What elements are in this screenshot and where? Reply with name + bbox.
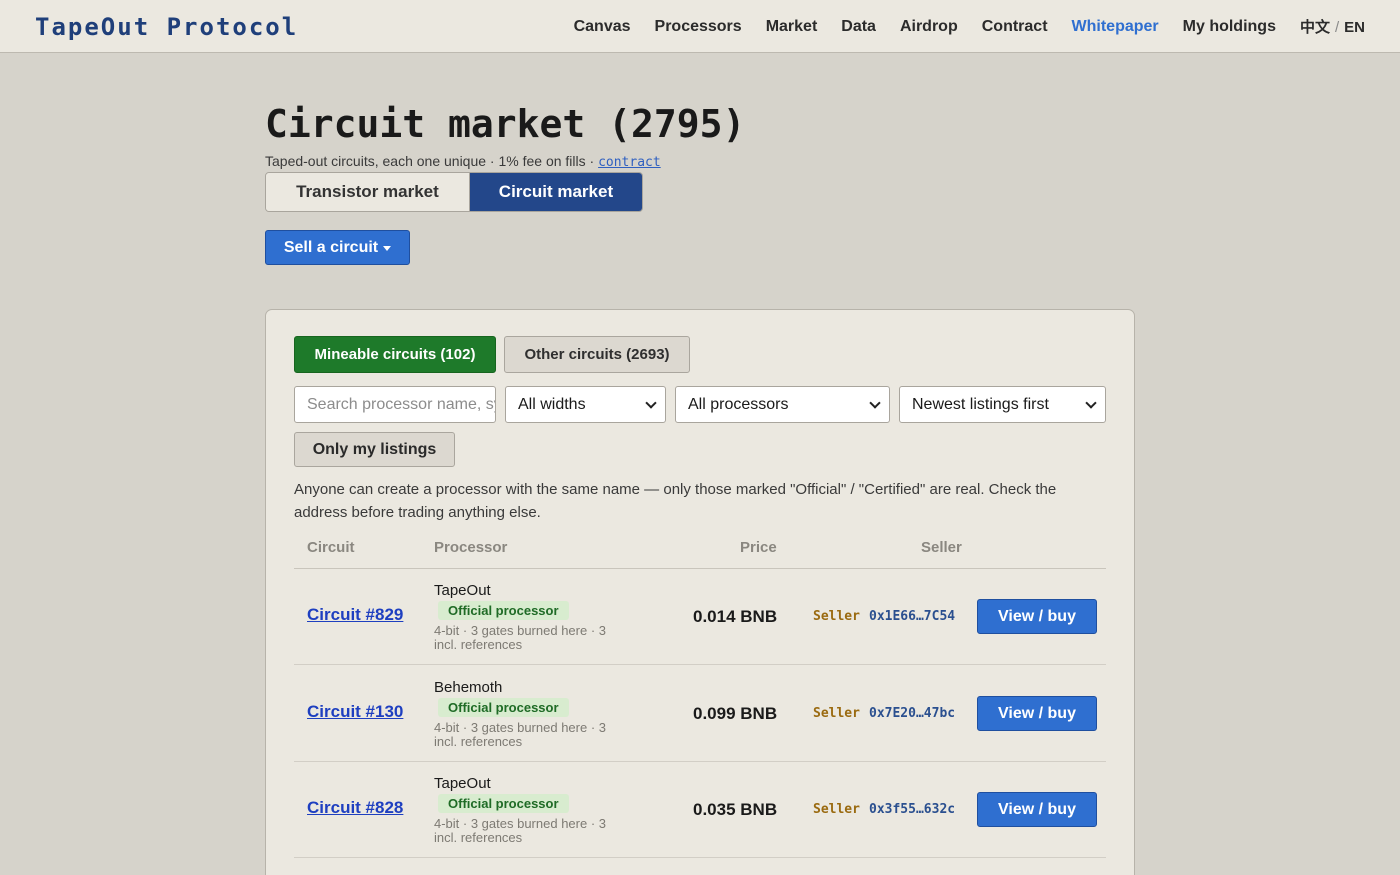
view-buy-button[interactable]: View / buy (977, 599, 1097, 634)
sort-select-value: Newest listings first (912, 395, 1049, 413)
circuit-market-tab[interactable]: Circuit market (469, 173, 642, 211)
table-row: Circuit #829 TapeOut Official processor … (294, 569, 1106, 665)
processor-select-value: All processors (688, 395, 789, 413)
official-badge: Official processor (438, 794, 569, 813)
main-nav: Canvas Processors Market Data Airdrop Co… (550, 0, 1365, 53)
circuit-link[interactable]: Circuit #829 (307, 605, 403, 625)
seller-label: Seller (813, 706, 860, 721)
view-buy-button[interactable]: View / buy (977, 792, 1097, 827)
seller-label: Seller (813, 802, 860, 817)
nav-whitepaper[interactable]: Whitepaper (1072, 18, 1159, 36)
market-switcher: Transistor market Circuit market (265, 172, 643, 212)
seller-address[interactable]: 0x1E66…7C54 (869, 609, 955, 624)
transistor-market-tab[interactable]: Transistor market (266, 173, 470, 211)
chevron-down-icon (1085, 396, 1097, 409)
width-select-value: All widths (518, 395, 586, 413)
processor-name: TapeOut (434, 582, 491, 599)
sort-select[interactable]: Newest listings first (899, 386, 1106, 423)
page-title: Circuit market (2795) (265, 102, 746, 146)
price: 0.035 BNB (693, 800, 778, 819)
circuit-meta: 4-bit · 3 gates burned here · 3 incl. re… (434, 720, 606, 749)
sell-circuit-button[interactable]: Sell a circuit (265, 230, 410, 265)
nav-airdrop[interactable]: Airdrop (900, 18, 958, 36)
seller-address[interactable]: 0x7E20…47bc (869, 706, 955, 721)
lang-zh[interactable]: 中文 (1300, 19, 1330, 36)
nav-market[interactable]: Market (766, 18, 818, 36)
price: 0.014 BNB (693, 607, 778, 626)
nav-data[interactable]: Data (841, 18, 876, 36)
table-row: Circuit #130 Behemoth Official processor… (294, 666, 1106, 762)
processor-select[interactable]: All processors (675, 386, 890, 423)
logo[interactable]: TapeOut Protocol (35, 13, 298, 41)
warning-notice: Anyone can create a processor with the s… (294, 481, 1057, 521)
language-switcher: 中文 / EN (1300, 16, 1365, 37)
circuit-link[interactable]: Circuit #828 (307, 798, 403, 818)
header-price: Price (740, 539, 777, 556)
circuit-link[interactable]: Circuit #130 (307, 702, 403, 722)
chevron-down-icon (645, 396, 657, 409)
header-circuit: Circuit (307, 539, 355, 556)
nav-processors[interactable]: Processors (655, 18, 742, 36)
processor-name: TapeOut (434, 775, 491, 792)
top-navbar: TapeOut Protocol Canvas Processors Marke… (0, 0, 1400, 53)
nav-contract[interactable]: Contract (982, 18, 1048, 36)
processor-name: Behemoth (434, 679, 503, 696)
header-seller: Seller (921, 539, 962, 556)
width-select[interactable]: All widths (505, 386, 666, 423)
official-badge: Official processor (438, 601, 569, 620)
only-my-listings-button[interactable]: Only my listings (294, 432, 455, 467)
circuit-meta: 4-bit · 3 gates burned here · 3 incl. re… (434, 623, 606, 652)
lang-separator: / (1334, 19, 1340, 36)
search-input[interactable]: Search processor name, symbol (294, 386, 496, 423)
official-badge: Official processor (438, 698, 569, 717)
nav-canvas[interactable]: Canvas (574, 18, 631, 36)
caret-down-icon (383, 246, 392, 251)
subtitle-text: Taped-out circuits, each one unique · 1%… (265, 153, 595, 169)
price: 0.099 BNB (693, 704, 778, 723)
tab-mineable-circuits[interactable]: Mineable circuits (102) (294, 336, 496, 373)
tab-other-circuits[interactable]: Other circuits (2693) (504, 336, 690, 373)
chevron-down-icon (869, 396, 881, 409)
header-processor: Processor (434, 539, 508, 556)
seller-label: Seller (813, 609, 860, 624)
sell-circuit-label: Sell a circuit (283, 238, 379, 256)
table-row: Circuit #828 TapeOut Official processor … (294, 762, 1106, 858)
circuit-meta: 4-bit · 3 gates burned here · 3 incl. re… (434, 816, 606, 845)
seller-address[interactable]: 0x3f55…632c (869, 802, 955, 817)
nav-my-holdings[interactable]: My holdings (1183, 18, 1276, 36)
page-subtitle: Taped-out circuits, each one unique · 1%… (265, 153, 661, 170)
lang-en[interactable]: EN (1344, 19, 1365, 36)
contract-link[interactable]: contract (598, 155, 661, 170)
view-buy-button[interactable]: View / buy (977, 696, 1097, 731)
